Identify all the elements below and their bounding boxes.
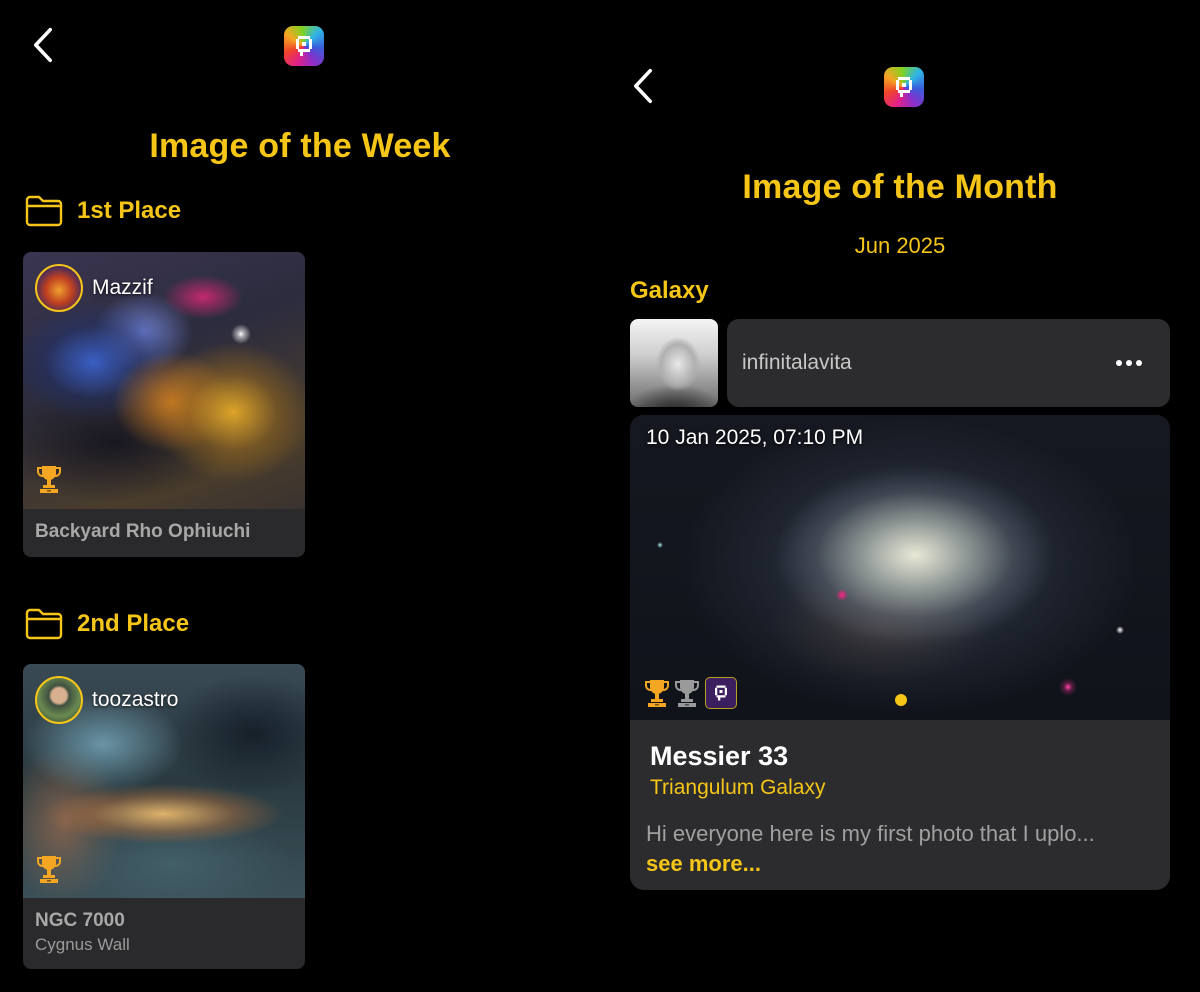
post-subtitle: Triangulum Galaxy [650, 776, 826, 799]
folder-icon [25, 608, 63, 640]
post-title: Messier 33 [650, 741, 789, 771]
carousel-indicator[interactable] [895, 694, 907, 706]
page-title: Image of the Week [149, 127, 451, 165]
gold-trophy-icon [645, 678, 669, 708]
author-bar[interactable]: infinitalavita [727, 319, 1170, 407]
section-heading-2nd-place: 2nd Place [25, 608, 189, 640]
post-date: 10 Jan 2025, 07:10 PM [646, 426, 864, 449]
back-button[interactable] [23, 23, 63, 67]
section-heading-label: 2nd Place [77, 610, 190, 637]
app-badge-icon [705, 677, 737, 709]
more-horizontal-icon [1116, 360, 1122, 366]
category-label: Galaxy [630, 277, 709, 304]
post-author[interactable]: toozastro [35, 676, 178, 724]
app-logo-icon [884, 67, 924, 107]
post-card-1st-place[interactable]: Mazzif Backyard Rho Ophiuchi [23, 252, 305, 557]
silver-trophy-icon [675, 678, 699, 708]
gold-trophy-icon [37, 464, 61, 494]
author-username[interactable]: Mazzif [92, 276, 153, 300]
back-button[interactable] [623, 64, 663, 108]
chevron-left-icon [632, 68, 654, 104]
post-image[interactable]: toozastro [23, 664, 305, 898]
avatar[interactable] [35, 676, 83, 724]
more-options-button[interactable] [1110, 354, 1148, 372]
author-username[interactable]: toozastro [92, 688, 178, 712]
author-username[interactable]: infinitalavita [742, 351, 852, 375]
post-image[interactable]: Mazzif [23, 252, 305, 509]
avatar[interactable] [35, 264, 83, 312]
post-image[interactable]: 10 Jan 2025, 07:10 PM [630, 415, 1170, 720]
award-badges [645, 677, 737, 709]
avatar[interactable] [630, 319, 718, 407]
folder-icon [25, 195, 63, 227]
post-title: Backyard Rho Ophiuchi [35, 521, 251, 542]
period-label: Jun 2025 [854, 233, 946, 258]
page-title: Image of the Month [742, 168, 1058, 206]
post-subtitle: Cygnus Wall [35, 935, 130, 954]
post-card[interactable]: 10 Jan 2025, 07:10 PM Messier 33 Triangu… [630, 415, 1170, 890]
see-more-link[interactable]: see more... [646, 851, 761, 877]
post-description: Hi everyone here is my first photo that … [646, 821, 1095, 846]
gold-trophy-icon [37, 854, 61, 884]
section-heading-1st-place: 1st Place [25, 195, 181, 227]
section-heading-label: 1st Place [77, 197, 182, 224]
post-card-2nd-place[interactable]: toozastro NGC 7000 Cygnus Wall [23, 664, 305, 969]
post-author[interactable]: Mazzif [35, 264, 153, 312]
chevron-left-icon [32, 27, 54, 63]
post-title: NGC 7000 [35, 910, 125, 931]
app-logo-icon [284, 26, 324, 66]
